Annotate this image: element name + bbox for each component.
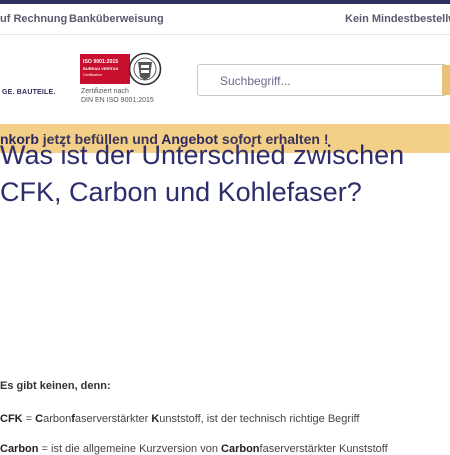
badge-line-1: ISO 9001:2015 (83, 59, 118, 65)
p1-c: C (35, 413, 44, 425)
page-title-line-2: CFK, Carbon und Kohlefaser? (0, 177, 362, 207)
article-intro: Es gibt keinen, denn: (0, 380, 111, 392)
p1-d: arbon (43, 413, 72, 425)
p1-b: = (22, 413, 36, 425)
search-placeholder: Suchbegriff... (220, 74, 291, 88)
payment-transfer-label: Banküberweisung (69, 13, 164, 25)
page-title-line-1: Was ist der Unterschied zwischen (0, 140, 405, 170)
top-info-bar: uf Rechnung Banküberweisung Kein Mindest… (0, 4, 450, 35)
p2-c: Carbon (221, 443, 260, 455)
page-title: Was ist der Unterschied zwischen CFK, Ca… (0, 137, 450, 211)
search-input[interactable]: Suchbegriff... (197, 64, 450, 96)
p2-d: faserverstärkter Kunststoff (259, 443, 388, 455)
badge-line-2: BUREAU VERITAS (83, 66, 119, 71)
p2-b: = ist die allgemeine Kurzversion von (38, 443, 222, 455)
search-button[interactable] (442, 65, 450, 95)
payment-invoice-label: uf Rechnung (0, 13, 68, 25)
cert-caption-line-1: Zertifiziert nach (81, 88, 129, 95)
p1-f: aserverstärkter (74, 413, 152, 425)
paragraph-carbon: Carbon = ist die allgemeine Kurzversion … (0, 443, 388, 455)
certification-caption: Zertifiziert nach DIN EN ISO 9001:2015 (81, 87, 154, 105)
site-header: GE. BAUTEILE. ISO 9001:2015 BUREAU VERIT… (0, 35, 450, 125)
cert-caption-line-2: DIN EN ISO 9001:2015 (81, 97, 154, 104)
logo-tagline[interactable]: GE. BAUTEILE. (2, 89, 56, 96)
badge-line-3: Certification (83, 73, 102, 77)
p1-a: CFK (0, 413, 23, 425)
p2-a: Carbon (0, 443, 39, 455)
iso-certification-badge: ISO 9001:2015 BUREAU VERITAS Certificati… (80, 52, 162, 86)
min-order-label: Kein Mindestbestellwe (345, 13, 450, 25)
paragraph-cfk: CFK = Carbonfaserverstärkter Kunststoff,… (0, 413, 359, 425)
p1-h: unststoff, ist der technisch richtige Be… (159, 413, 360, 425)
